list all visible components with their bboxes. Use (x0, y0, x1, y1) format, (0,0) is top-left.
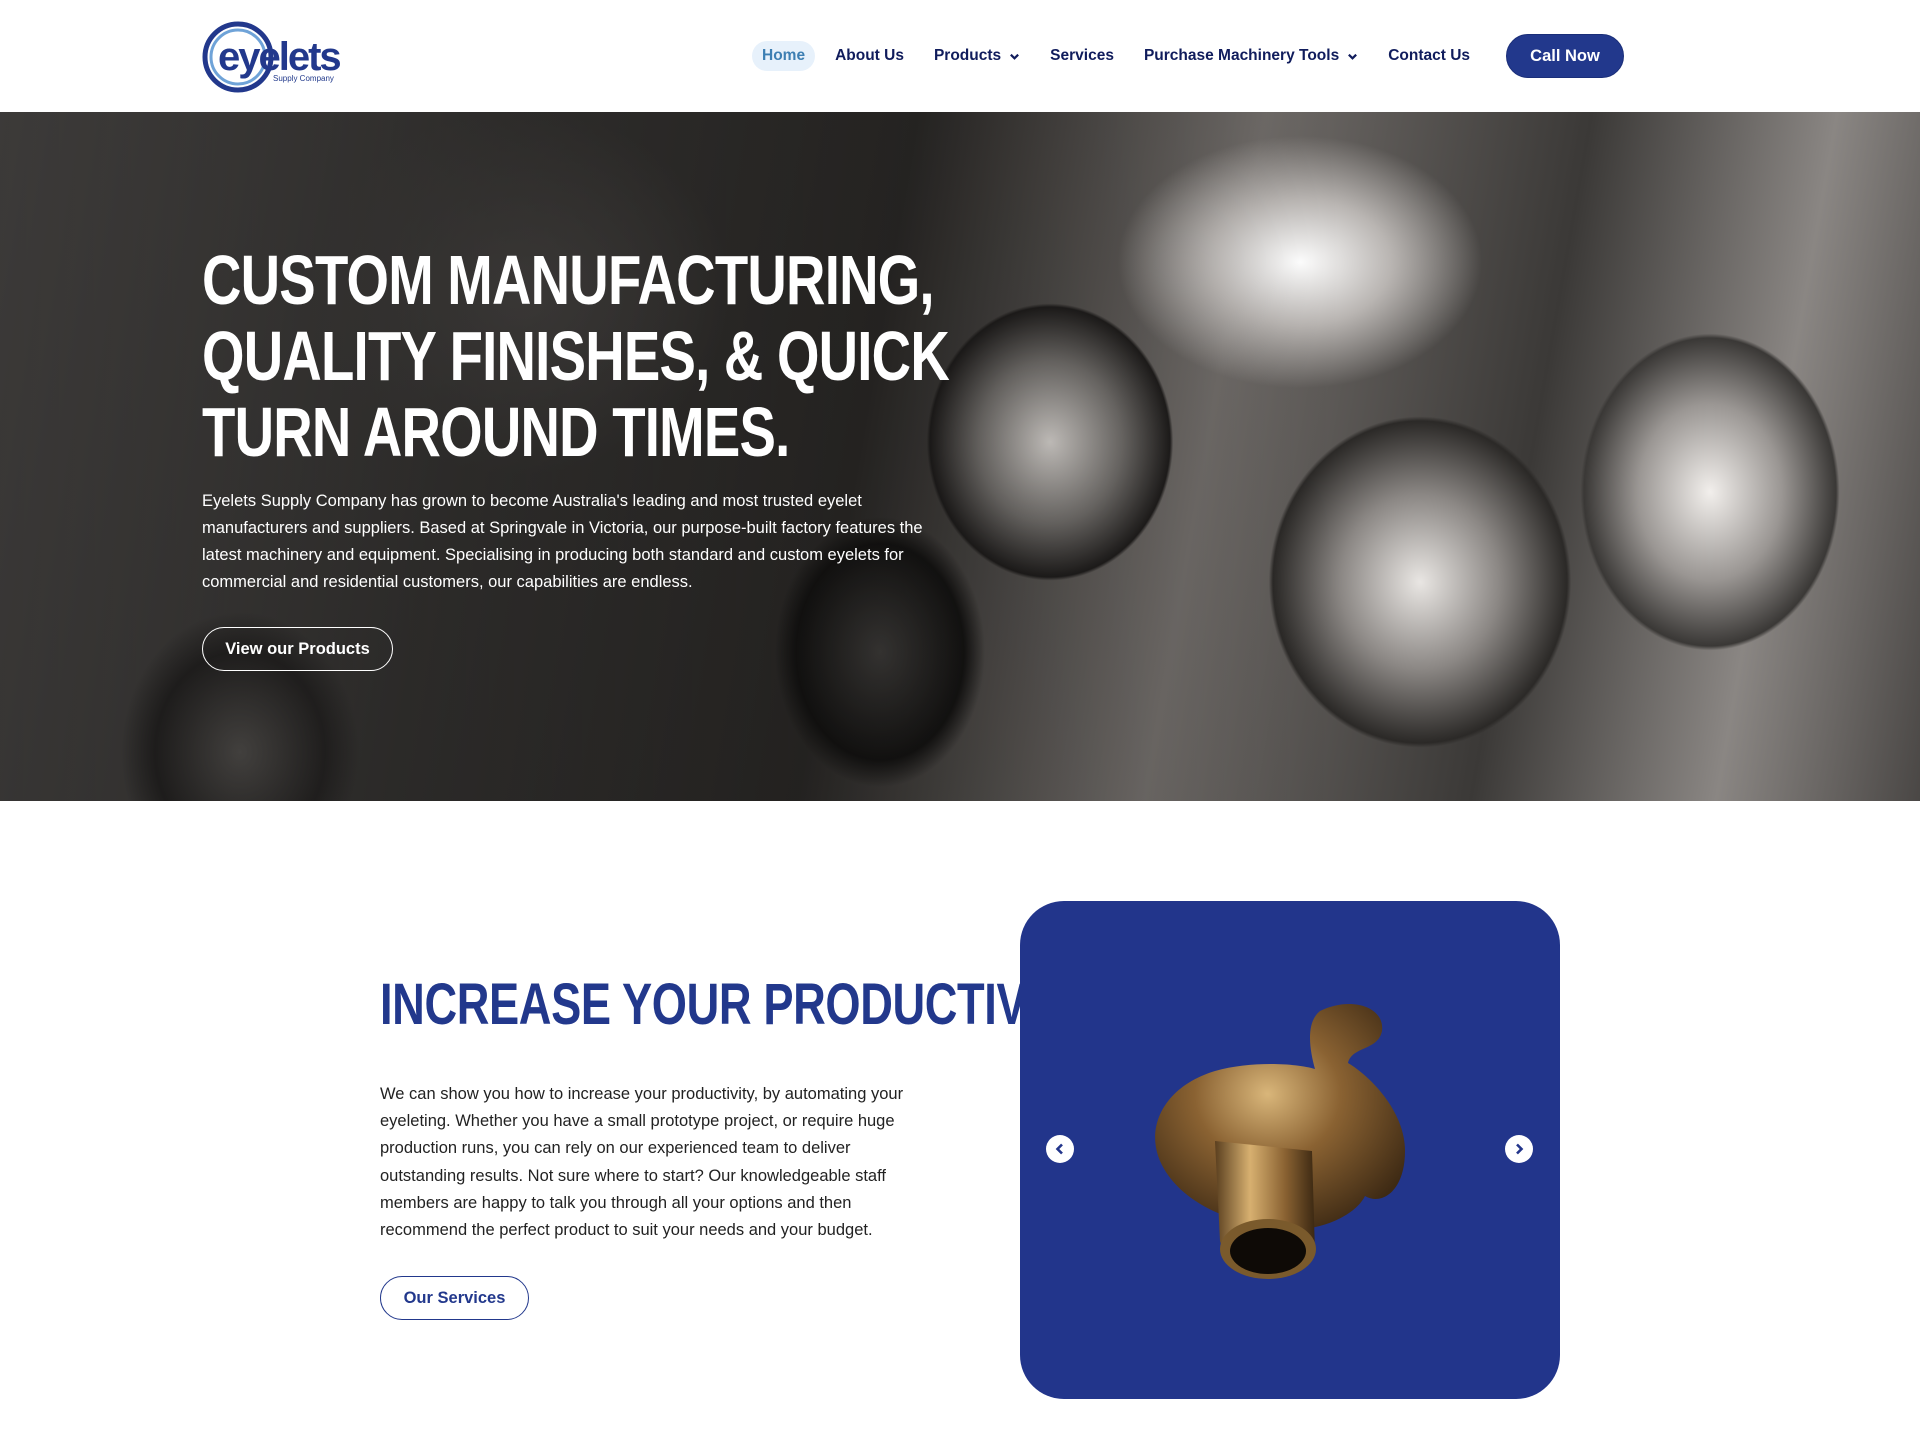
hero-banner: CUSTOM MANUFACTURING, QUALITY FINISHES, … (0, 112, 1920, 801)
call-now-button[interactable]: Call Now (1506, 34, 1624, 78)
view-products-button[interactable]: View our Products (202, 627, 393, 671)
logo-wordmark: eyelets (218, 35, 340, 79)
hero-title: CUSTOM MANUFACTURING, QUALITY FINISHES, … (202, 241, 950, 471)
hero-title-line: CUSTOM MANUFACTURING, (202, 241, 935, 319)
eyelets-logo[interactable]: eyelets Supply Company (202, 20, 352, 94)
nav-item-label: Home (762, 47, 806, 64)
nav-item-label: About Us (835, 47, 904, 64)
site-header: eyelets Supply Company Home About Us Pro… (0, 0, 1920, 112)
nav-item-products[interactable]: Products (924, 41, 1030, 71)
section-description: We can show you how to increase your pro… (380, 1085, 904, 1240)
nav-item-label: Products (933, 47, 1002, 64)
hero-title-line: TURN AROUND TIMES. (202, 393, 790, 471)
nav-item-label: Contact Us (1388, 47, 1471, 64)
nav-item-purchase-machinery-tools[interactable]: Purchase Machinery Tools (1134, 41, 1368, 71)
nav-item-label: Services (1050, 47, 1114, 64)
product-carousel (1020, 901, 1560, 1399)
our-services-button[interactable]: Our Services (380, 1276, 529, 1320)
nav-item-services[interactable]: Services (1040, 41, 1124, 71)
logo-subtext: Supply Company (273, 74, 334, 83)
nav-item-about-us[interactable]: About Us (825, 41, 914, 71)
section-title: INCREASE YOUR PRODUCTIVITY (380, 972, 1096, 1037)
main-nav: Home About Us Products Services Purchase… (752, 41, 1490, 71)
brass-eyelet-image (1155, 1003, 1405, 1279)
chevron-left-icon (1055, 1143, 1063, 1155)
carousel-prev-button[interactable] (1046, 1135, 1074, 1163)
nav-item-label: Purchase Machinery Tools (1143, 47, 1340, 64)
hero-title-line: QUALITY FINISHES, & QUICK (202, 317, 950, 395)
carousel-next-button[interactable] (1505, 1135, 1533, 1163)
chevron-right-icon (1516, 1143, 1524, 1155)
hero-description: Eyelets Supply Company has grown to beco… (202, 492, 923, 591)
nav-item-contact-us[interactable]: Contact Us (1378, 41, 1480, 71)
chevron-down-icon (1010, 53, 1020, 60)
nav-item-home[interactable]: Home (752, 41, 816, 71)
chevron-down-icon (1348, 53, 1358, 60)
